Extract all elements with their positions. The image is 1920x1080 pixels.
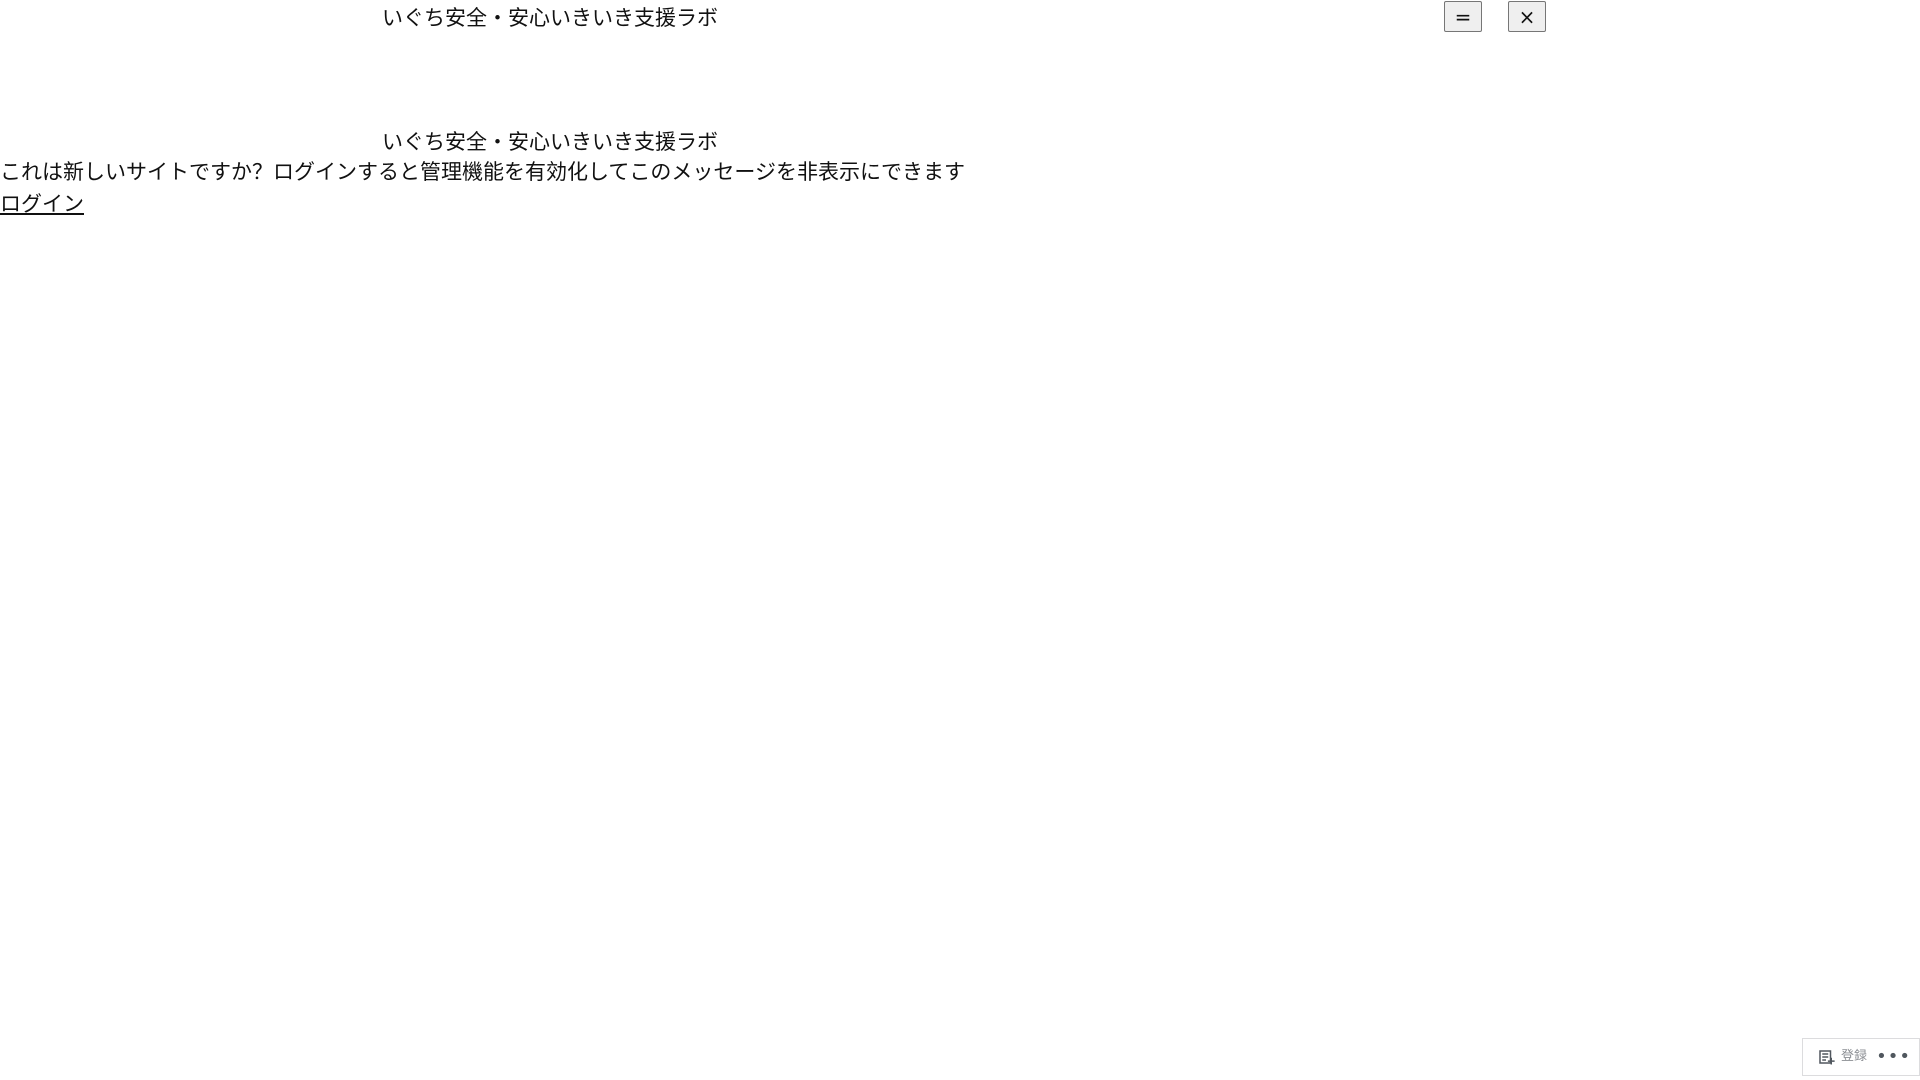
site-title: いぐち安全・安心いきいき支援ラボ <box>382 130 718 154</box>
close-button[interactable]: × <box>1508 1 1546 32</box>
more-icon[interactable]: ••• <box>1876 1048 1911 1066</box>
subscribe-button[interactable]: 登録 <box>1817 1048 1867 1066</box>
subscribe-icon <box>1819 1050 1835 1065</box>
login-link[interactable]: ログイン <box>0 192 84 216</box>
new-site-message: これは新しいサイトですか？ログインすると管理機能を有効化してこのメッセージを非表… <box>0 160 965 184</box>
menu-button[interactable]: = <box>1444 1 1482 32</box>
subscribe-label: 登録 <box>1841 1049 1868 1064</box>
header-title: いぐち安全・安心いきいき支援ラボ <box>382 6 718 30</box>
footer-actions-bar: 登録 ••• <box>1802 1038 1920 1076</box>
